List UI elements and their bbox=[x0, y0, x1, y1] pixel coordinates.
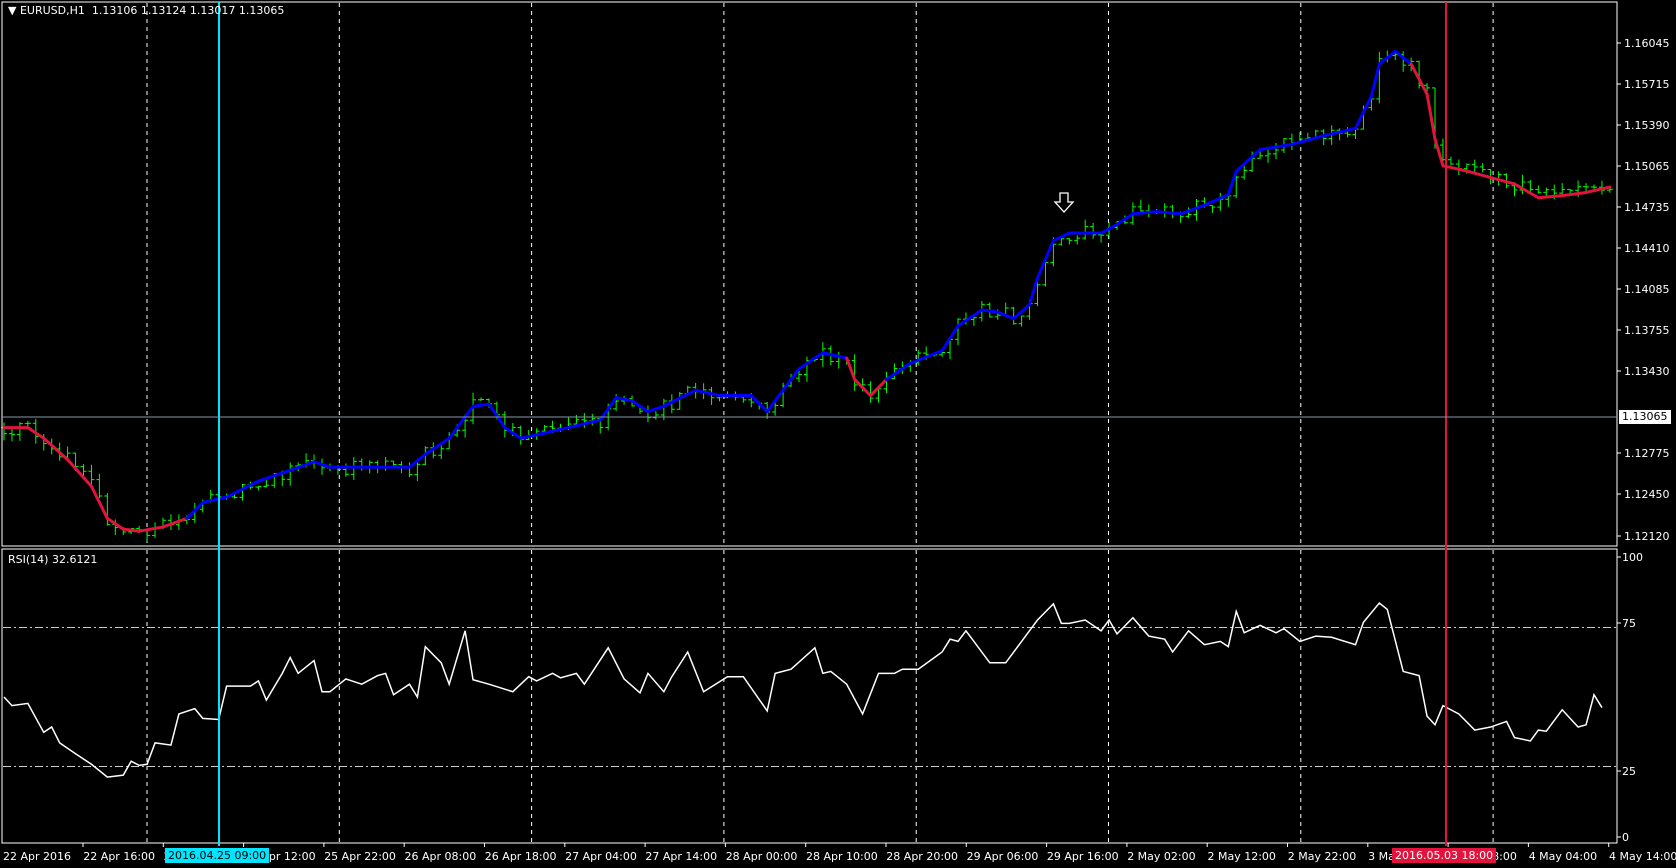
price-axis-label: 1.12120 bbox=[1624, 530, 1670, 543]
open-value: 1.13106 bbox=[91, 4, 138, 17]
ma-segment bbox=[1179, 203, 1206, 216]
close-value: 1.13065 bbox=[238, 4, 285, 17]
ma-segment bbox=[1560, 190, 1588, 198]
time-axis-label: 29 Apr 16:00 bbox=[1047, 850, 1119, 863]
signal-arrow-down-icon bbox=[1053, 192, 1075, 213]
price-axis-label: 1.14410 bbox=[1624, 242, 1670, 255]
ma-segment bbox=[519, 431, 547, 440]
time-axis-label: 27 Apr 04:00 bbox=[565, 850, 637, 863]
ma-segment bbox=[1226, 169, 1238, 197]
ma-segment bbox=[1131, 210, 1159, 216]
ma-segment bbox=[646, 404, 666, 414]
rsi-axis-label: 75 bbox=[1622, 617, 1636, 630]
price-axis-label: 1.12775 bbox=[1624, 447, 1670, 460]
ma-segment bbox=[66, 458, 93, 488]
time-axis-label: 26 Apr 08:00 bbox=[405, 850, 477, 863]
time-axis-label: 2 May 12:00 bbox=[1208, 850, 1276, 863]
price-axis-label: 1.15390 bbox=[1624, 119, 1670, 132]
ma-segment bbox=[884, 361, 912, 381]
time-axis-label: 28 Apr 00:00 bbox=[726, 850, 798, 863]
time-axis-label: 22 Apr 2016 bbox=[3, 850, 71, 863]
price-axis-label: 1.15715 bbox=[1624, 78, 1670, 91]
price-axis-label: 1.14735 bbox=[1624, 201, 1670, 214]
ma-segment bbox=[161, 516, 189, 529]
ma-segment bbox=[821, 351, 849, 360]
ma-segment bbox=[42, 436, 70, 462]
time-axis-label: 4 May 14:00 bbox=[1609, 850, 1676, 863]
ma-segment bbox=[614, 396, 634, 403]
ma-segment bbox=[288, 460, 316, 472]
price-bars bbox=[1, 50, 1613, 543]
price-axis-label: 1.15065 bbox=[1624, 160, 1670, 173]
ma-segment bbox=[471, 402, 491, 408]
ma-segment bbox=[1028, 276, 1039, 307]
ma-segment bbox=[845, 356, 857, 381]
grid bbox=[3, 3, 1616, 842]
symbol-label: EURUSD,H1 bbox=[19, 4, 85, 17]
rsi-header: RSI(14) 32.6121 bbox=[8, 553, 98, 566]
ma-segment bbox=[1155, 210, 1183, 216]
cursor-time-tag-left: 2016.04.25 09:00 bbox=[165, 848, 270, 863]
rsi-pane-frame bbox=[1, 548, 1618, 844]
rsi-axis-label: 25 bbox=[1622, 765, 1636, 778]
price-axis-label: 1.16045 bbox=[1624, 37, 1670, 50]
low-value: 1.13017 bbox=[189, 4, 236, 17]
ma-segment bbox=[956, 308, 984, 328]
ma-segment bbox=[1202, 193, 1230, 207]
time-axis-label: 28 Apr 20:00 bbox=[886, 850, 958, 863]
time-axis-label: 27 Apr 14:00 bbox=[645, 850, 717, 863]
ma-segment bbox=[980, 308, 1000, 314]
time-axis-label: 4 May 04:00 bbox=[1529, 850, 1597, 863]
price-axis-label: 1.14085 bbox=[1624, 283, 1670, 296]
rsi-polyline bbox=[3, 601, 1603, 778]
price-axis-label: 1.13755 bbox=[1624, 324, 1670, 337]
high-value: 1.13124 bbox=[140, 4, 187, 17]
time-axis-label: 25 Apr 22:00 bbox=[324, 850, 396, 863]
time-axis-label: 26 Apr 18:00 bbox=[485, 850, 557, 863]
ma-segment bbox=[1425, 92, 1437, 141]
current-price-tag: 1.13065 bbox=[1619, 410, 1671, 424]
chart-header: ▼ EURUSD,H1 1.13106 1.13124 1.13017 1.13… bbox=[8, 4, 284, 17]
rsi-axis-label: 100 bbox=[1622, 551, 1643, 564]
time-axis-label: 2 May 22:00 bbox=[1288, 850, 1356, 863]
price-axis-label: 1.12450 bbox=[1624, 488, 1670, 501]
ma-segment bbox=[1536, 194, 1564, 200]
ma-segment bbox=[423, 436, 451, 456]
ma-segment bbox=[1497, 178, 1516, 186]
ma-segment bbox=[1513, 182, 1540, 200]
rsi-line bbox=[3, 601, 1603, 778]
time-axis-label: 22 Apr 16:00 bbox=[83, 850, 155, 863]
ma-segment bbox=[797, 351, 825, 371]
cursor-time-tag-right: 2016.05.03 18:00 bbox=[1392, 848, 1497, 863]
ma-segment bbox=[543, 426, 570, 435]
ma-segment bbox=[781, 367, 801, 392]
ma-segment bbox=[1234, 148, 1262, 173]
rsi-axis-label: 0 bbox=[1622, 831, 1629, 844]
axes: 1.16045 1.15715 1.15390 1.15065 1.14735 1.144… bbox=[1, 1, 1676, 863]
time-axis-label: 2 May 02:00 bbox=[1127, 850, 1195, 863]
ma-segment bbox=[1584, 185, 1612, 194]
price-chart[interactable]: 1.16045 1.15715 1.15390 1.15065 1.14735 1.144… bbox=[0, 0, 1676, 868]
ma-segment bbox=[1433, 137, 1445, 168]
collapse-triangle-icon[interactable]: ▼ bbox=[8, 4, 20, 17]
ma-segment bbox=[137, 525, 165, 533]
price-axis-label: 1.13430 bbox=[1624, 365, 1670, 378]
moving-average-line bbox=[2, 49, 1612, 533]
ma-segment bbox=[121, 527, 141, 533]
ma-segment bbox=[694, 388, 721, 398]
ma-segment bbox=[201, 495, 229, 504]
time-axis-label: 29 Apr 06:00 bbox=[967, 850, 1039, 863]
time-axis-label: 28 Apr 10:00 bbox=[806, 850, 878, 863]
ma-segment bbox=[447, 404, 475, 440]
ma-segment bbox=[1369, 62, 1381, 98]
